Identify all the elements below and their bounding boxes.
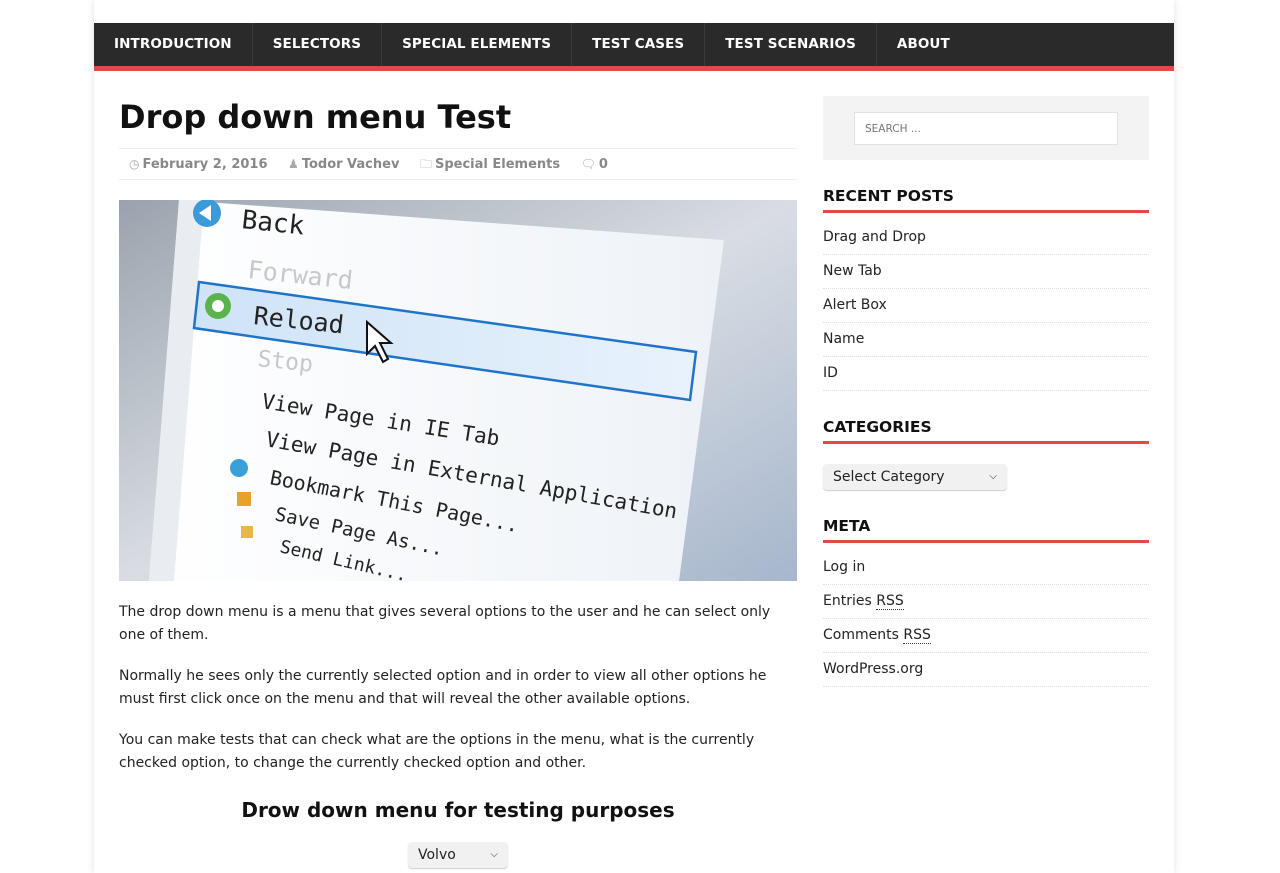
nav-item-introduction[interactable]: INTRODUCTION — [94, 23, 253, 66]
main-navigation: INTRODUCTION SELECTORS SPECIAL ELEMENTS … — [94, 23, 1174, 71]
recent-post-link[interactable]: New Tab — [823, 255, 1149, 289]
car-dropdown[interactable]: Volvo ⌵ — [408, 842, 508, 868]
main-content: Drop down menu Test ◷ February 2, 2016 ♟ T… — [119, 96, 797, 868]
recent-post-link[interactable]: Alert Box — [823, 289, 1149, 323]
nav-item-test-cases[interactable]: TEST CASES — [572, 23, 706, 66]
page-container: INTRODUCTION SELECTORS SPECIAL ELEMENTS … — [94, 0, 1174, 873]
nav-item-test-scenarios[interactable]: TEST SCENARIOS — [705, 23, 877, 66]
section-heading: Drow down menu for testing purposes — [241, 798, 675, 822]
post-body: The drop down menu is a menu that gives … — [119, 601, 797, 868]
dropdown-wrapper: Volvo ⌵ — [119, 842, 797, 868]
recent-posts-title: RECENT POSTS — [823, 187, 1149, 213]
paragraph-2: Normally he sees only the currently sele… — [119, 668, 767, 707]
recent-posts-list: Drag and Drop New Tab Alert Box Name ID — [823, 221, 1149, 391]
meta-comments-rss-link[interactable]: Comments RSS — [823, 619, 1149, 653]
car-dropdown-value: Volvo — [418, 847, 456, 863]
nav-item-about[interactable]: ABOUT — [877, 23, 970, 66]
post-date-text[interactable]: February 2, 2016 — [142, 157, 267, 172]
clock-icon: ◷ — [129, 157, 140, 171]
post-author: ♟ Todor Vachev — [288, 149, 399, 180]
meta-list: Log in Entries RSS Comments RSS WordPres… — [823, 551, 1149, 687]
post-category-text[interactable]: Special Elements — [435, 157, 560, 172]
recent-post-link[interactable]: ID — [823, 357, 1149, 391]
meta-entries-label: Entries — [823, 593, 872, 609]
featured-image: Back Forward Reload Stop View Page in IE… — [119, 200, 797, 581]
categories-title: CATEGORIES — [823, 418, 1149, 444]
post-meta: ◷ February 2, 2016 ♟ Todor Vachev 🗀 Special… — [119, 148, 797, 180]
post-title: Drop down menu Test — [119, 98, 512, 136]
rss-abbr: RSS — [903, 627, 931, 644]
recent-post-link[interactable]: Drag and Drop — [823, 221, 1149, 255]
category-dropdown-value: Select Category — [833, 469, 945, 485]
meta-comments-label: Comments — [823, 627, 899, 643]
comment-icon: 🗨 — [580, 157, 596, 171]
nav-item-special-elements[interactable]: SPECIAL ELEMENTS — [382, 23, 573, 66]
sidebar: RECENT POSTS Drag and Drop New Tab Alert… — [823, 96, 1149, 687]
recent-post-link[interactable]: Name — [823, 323, 1149, 357]
folder-icon: 🗀 — [419, 157, 432, 171]
search-widget — [823, 96, 1149, 160]
paragraph-1: The drop down menu is a menu that gives … — [119, 604, 771, 643]
post-comments: 🗨 0 — [581, 149, 608, 180]
post-category: 🗀 Special Elements — [420, 149, 560, 180]
rss-abbr: RSS — [876, 593, 904, 610]
meta-wordpress-link[interactable]: WordPress.org — [823, 653, 1149, 687]
chevron-down-icon: ⌵ — [989, 471, 997, 482]
post-author-text[interactable]: Todor Vachev — [302, 157, 400, 172]
user-icon: ♟ — [288, 157, 299, 171]
meta-title: META — [823, 517, 1149, 543]
nav-item-selectors[interactable]: SELECTORS — [253, 23, 383, 66]
search-input[interactable] — [854, 112, 1118, 145]
post-date: ◷ February 2, 2016 — [129, 149, 268, 180]
meta-entries-rss-link[interactable]: Entries RSS — [823, 585, 1149, 619]
paragraph-3: You can make tests that can check what a… — [119, 732, 755, 771]
post-comments-count[interactable]: 0 — [599, 157, 608, 172]
category-dropdown[interactable]: Select Category ⌵ — [823, 464, 1007, 490]
chevron-down-icon: ⌵ — [490, 849, 498, 860]
featured-image-svg: Back Forward Reload Stop View Page in IE… — [119, 200, 797, 581]
meta-login-link[interactable]: Log in — [823, 551, 1149, 585]
